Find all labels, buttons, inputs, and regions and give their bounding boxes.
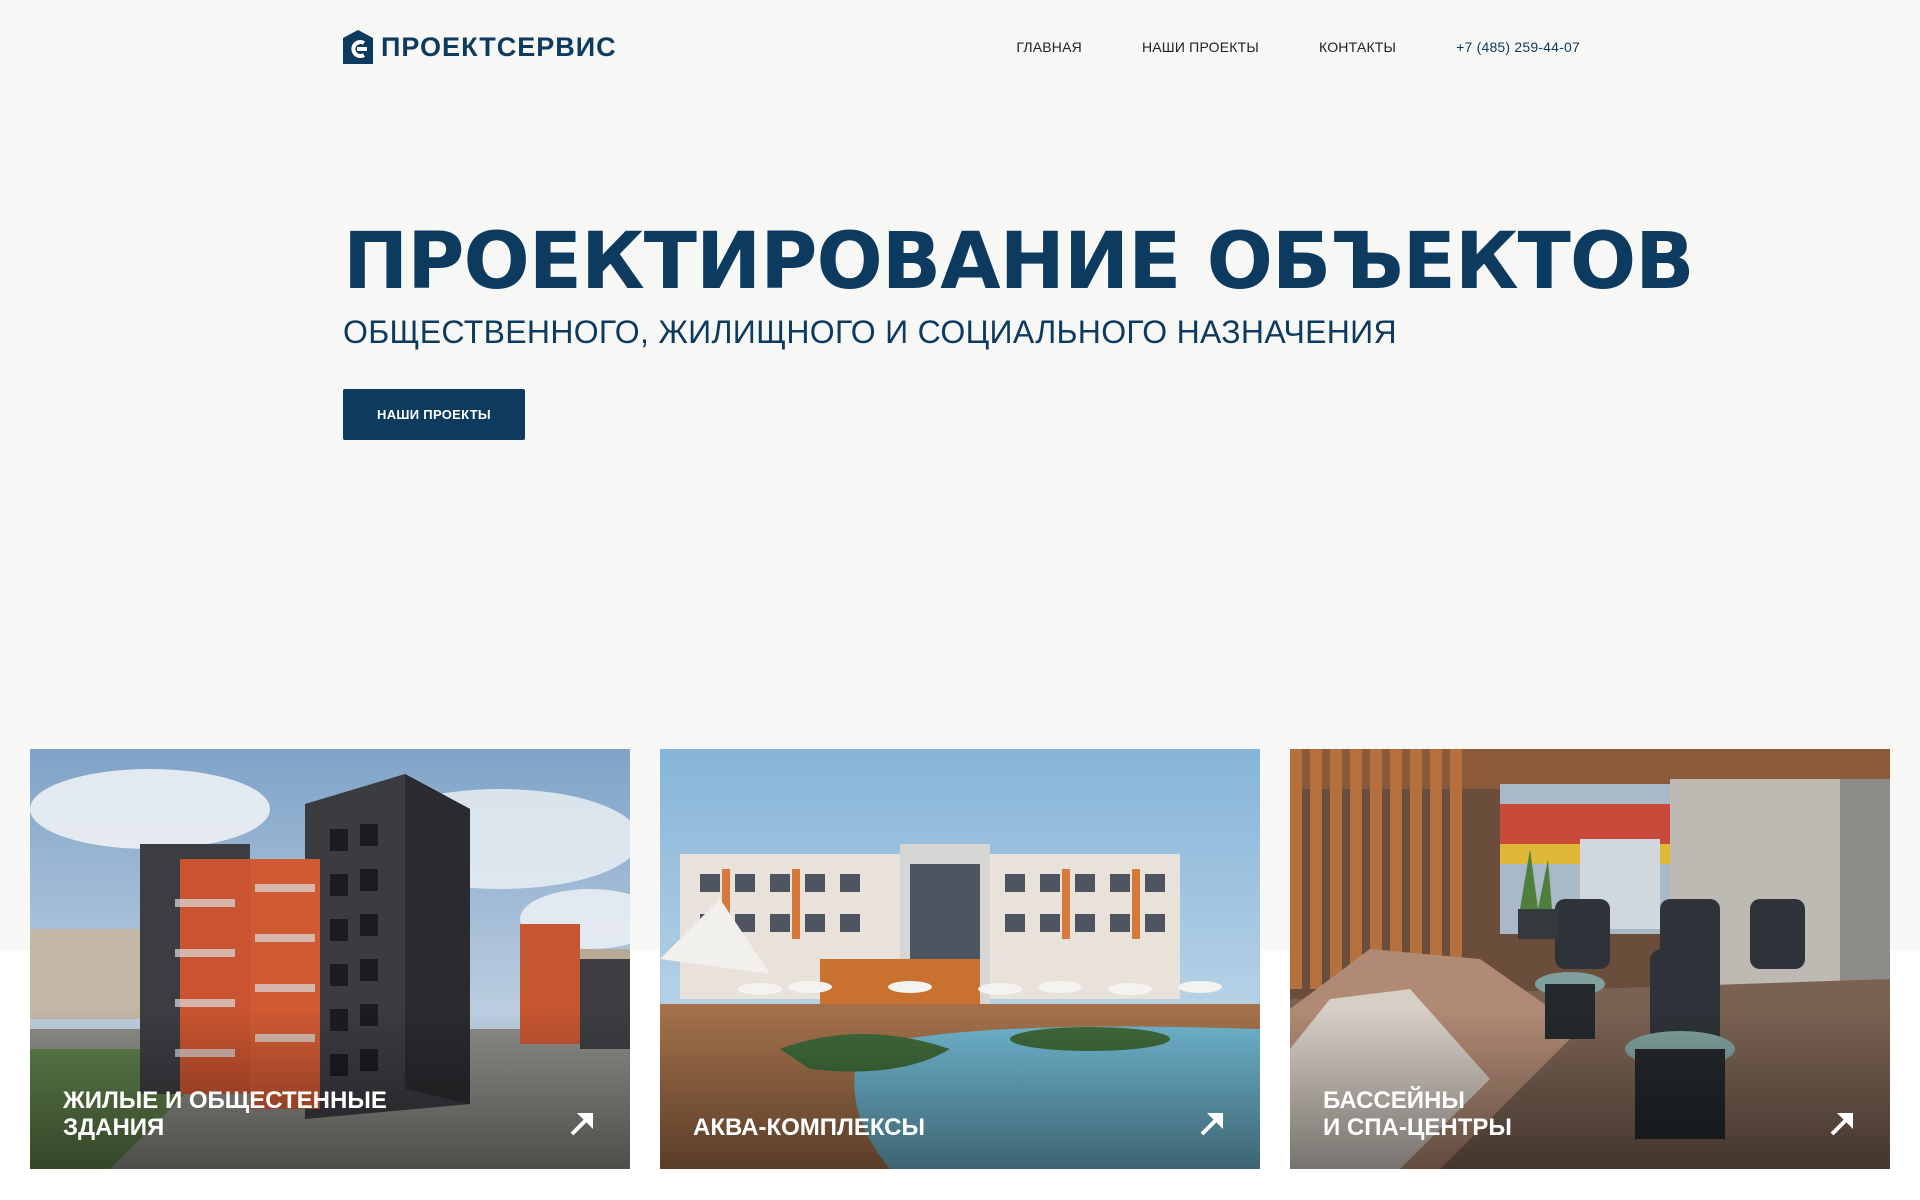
- card-title-line1: БАССЕЙНЫ: [1323, 1087, 1465, 1114]
- site-header: ПРОЕКТСЕРВИС ГЛАВНАЯ НАШИ ПРОЕКТЫ КОНТАК…: [343, 26, 1580, 68]
- our-projects-button[interactable]: НАШИ ПРОЕКТЫ: [343, 389, 525, 440]
- hero-subtitle: ОБЩЕСТВЕННОГО, ЖИЛИЩНОГО И СОЦИАЛЬНОГО Н…: [343, 314, 1397, 350]
- logo-mark-icon: [343, 30, 373, 64]
- main-nav: ГЛАВНАЯ НАШИ ПРОЕКТЫ КОНТАКТЫ +7 (485) 2…: [956, 26, 1580, 68]
- logo-text: ПРОЕКТСЕРВИС: [381, 31, 617, 62]
- card-title-line1: ЖИЛЫЕ И ОБЩЕСТЕННЫЕ: [63, 1087, 387, 1114]
- nav-item-home[interactable]: ГЛАВНАЯ: [1016, 39, 1082, 55]
- card-pools-spa[interactable]: БАССЕЙНЫ И СПА-ЦЕНТРЫ: [1290, 749, 1890, 1169]
- hero-title: ПРОЕКТИРОВАНИЕ ОБЪЕКТОВ: [343, 217, 1695, 307]
- card-title-line2: ЗДАНИЯ: [63, 1114, 165, 1141]
- arrow-up-right-icon: [1200, 1113, 1223, 1136]
- card-title: АКВА-КОМПЛЕКСЫ: [693, 1114, 1133, 1141]
- nav-item-projects[interactable]: НАШИ ПРОЕКТЫ: [1142, 39, 1259, 55]
- phone-link[interactable]: +7 (485) 259-44-07: [1456, 39, 1580, 55]
- card-title: ЖИЛЫЕ И ОБЩЕСТЕННЫЕ ЗДАНИЯ: [63, 1087, 503, 1141]
- arrow-up-right-icon: [570, 1113, 593, 1136]
- nav-item-contacts[interactable]: КОНТАКТЫ: [1319, 39, 1396, 55]
- card-title-line2: И СПА-ЦЕНТРЫ: [1323, 1114, 1512, 1141]
- arrow-up-right-icon: [1830, 1113, 1853, 1136]
- card-shade: [660, 1009, 1260, 1169]
- card-aqua-complexes[interactable]: АКВА-КОМПЛЕКСЫ: [660, 749, 1260, 1169]
- card-title: БАССЕЙНЫ И СПА-ЦЕНТРЫ: [1323, 1087, 1763, 1141]
- card-residential-buildings[interactable]: ЖИЛЫЕ И ОБЩЕСТЕННЫЕ ЗДАНИЯ: [30, 749, 630, 1169]
- logo[interactable]: ПРОЕКТСЕРВИС: [343, 26, 617, 68]
- card-title-line1: АКВА-КОМПЛЕКСЫ: [693, 1114, 926, 1141]
